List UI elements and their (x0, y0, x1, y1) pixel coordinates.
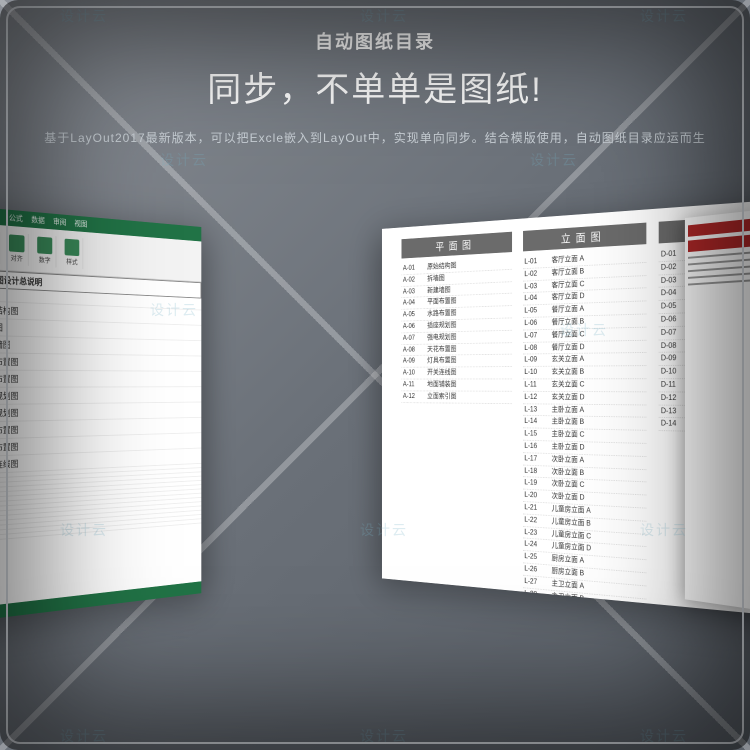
drawing-name: 灯具布置图 (427, 355, 510, 367)
drawing-code: L-10 (524, 367, 551, 379)
drawing-code: A-12 (403, 391, 427, 402)
drawing-code: A-04 (403, 297, 427, 309)
number-icon (37, 236, 52, 254)
drawing-name: 插座规划图 (427, 318, 510, 331)
ribbon-group-align[interactable]: 对齐 (5, 232, 28, 266)
index-row: A-12立面索引图 (401, 391, 511, 404)
drawing-code: L-15 (524, 428, 551, 440)
index-row: A-10开关连线图 (401, 367, 511, 379)
drawing-code: L-22 (524, 514, 551, 527)
drawing-code: L-01 (524, 255, 551, 268)
headline-small: 自动图纸目录 (0, 28, 750, 54)
drawing-code: A-02 (403, 274, 427, 286)
drawing-name: 餐厅立面 D (552, 340, 645, 353)
excel-window: 插入 页面布局 公式 数据 审阅 视图 粘贴 字体 对齐 数字 样式 施工图设计… (0, 204, 201, 625)
drawing-name: 主卫立面 D (552, 615, 645, 619)
drawing-code: L-03 (524, 280, 551, 293)
drawing-name: 玄关立面 B (552, 366, 645, 378)
index-row: L-10玄关立面 B (523, 366, 647, 379)
drawing-code: L-29 (524, 600, 551, 614)
ribbon-group-number[interactable]: 数字 (34, 234, 57, 267)
drawing-name: 立面索引图 (427, 391, 510, 403)
excel-grid[interactable]: 施工图设计总说明-02-03原始结构图-04拆墙图-05新建墙图-06平面布置图… (0, 267, 201, 544)
excel-cell[interactable]: 水路布置图 (0, 370, 201, 387)
drawing-name: 天花布置图 (427, 343, 510, 355)
drawing-name: 玄关立面 C (552, 379, 645, 391)
drawing-code: L-21 (524, 502, 551, 515)
drawing-code: A-07 (403, 333, 427, 344)
drawing-code: L-25 (524, 551, 551, 565)
index-row: L-30主卫立面 D (523, 612, 647, 619)
drawing-code: L-30 (524, 612, 551, 619)
drawing-code: A-10 (403, 368, 427, 379)
drawing-name: 主卧立面 B (552, 417, 645, 430)
drawing-name: 主卫立面 C (552, 603, 645, 620)
drawing-code: A-01 (403, 262, 427, 274)
index-column: L-01客厅立面 AL-02客厅立面 BL-03客厅立面 CL-04客厅立面 D… (523, 250, 647, 620)
drawing-code: A-11 (403, 379, 427, 390)
section-elevation: 立面图 (523, 223, 647, 252)
tab-view[interactable]: 视图 (74, 218, 87, 229)
drawing-code: L-05 (524, 305, 551, 317)
headline-desc: 基于LayOut2017最新版本，可以把Excle嵌入到LayOut中，实现单向… (0, 129, 750, 146)
drawing-name: 玄关立面 A (552, 353, 645, 366)
drawing-name: 开关连线图 (427, 367, 510, 378)
drawing-code: A-03 (403, 286, 427, 298)
drawing-name: 地面铺装图 (427, 379, 510, 390)
drawing-code: L-13 (524, 404, 551, 416)
drawing-code: L-23 (524, 526, 551, 539)
index-row: L-09玄关立面 A (523, 353, 647, 367)
drawing-name: 餐厅立面 B (552, 315, 645, 329)
headline-block: 自动图纸目录 同步，不单单是图纸! 基于LayOut2017最新版本，可以把Ex… (0, 28, 750, 146)
drawing-code: A-06 (403, 321, 427, 332)
drawing-code: L-20 (524, 490, 551, 503)
drawing-code: L-11 (524, 379, 551, 391)
style-icon (65, 238, 80, 256)
drawing-code: A-08 (403, 344, 427, 355)
excel-cell[interactable]: 平面布置图 (0, 353, 201, 372)
drawing-code: L-16 (524, 441, 551, 453)
drawing-name: 玄关立面 D (552, 392, 645, 404)
drawing-code: L-04 (524, 292, 551, 304)
drawing-code: L-24 (524, 539, 551, 552)
index-row: A-09灯具布置图 (401, 355, 511, 368)
align-icon (9, 234, 25, 252)
drawing-code: L-08 (524, 342, 551, 354)
drawing-name: 主卧立面 A (552, 404, 645, 417)
drawing-name: 餐厅立面 C (552, 327, 645, 341)
drawing-code: L-14 (524, 416, 551, 428)
tab-review[interactable]: 审阅 (53, 216, 66, 227)
index-row: L-11玄关立面 C (523, 379, 647, 392)
section-plan: 平面图 (401, 232, 511, 259)
red-cover-document (685, 210, 750, 610)
drawing-code: L-28 (524, 588, 551, 602)
drawing-code: L-12 (524, 392, 551, 404)
drawing-code: L-17 (524, 453, 551, 465)
drawing-code: L-07 (524, 330, 551, 342)
tab-formula[interactable]: 公式 (9, 213, 23, 225)
red-bar (688, 218, 750, 236)
drawing-code: L-19 (524, 477, 551, 490)
drawing-code: L-02 (524, 268, 551, 281)
excel-statusbar: 计数 12 (0, 581, 201, 625)
perspective-stage: 插入 页面布局 公式 数据 审阅 视图 粘贴 字体 对齐 数字 样式 施工图设计… (0, 190, 750, 670)
tab-data[interactable]: 数据 (31, 215, 44, 226)
drawing-code: A-05 (403, 309, 427, 321)
headline-big: 同步，不单单是图纸! (0, 62, 750, 111)
index-row: L-29主卫立面 C (523, 600, 647, 619)
drawing-code: L-18 (524, 465, 551, 478)
drawing-code: A-09 (403, 356, 427, 367)
drawing-code: L-09 (524, 354, 551, 366)
index-column: A-01原始结构图A-02拆墙图A-03新建墙图A-04平面布置图A-05水路布… (401, 257, 511, 619)
index-row: A-11地面铺装图 (401, 379, 511, 391)
ribbon-group-style[interactable]: 样式 (61, 236, 83, 269)
red-bar (688, 234, 750, 252)
drawing-code: L-06 (524, 317, 551, 329)
drawing-name: 强电规划图 (427, 331, 510, 344)
